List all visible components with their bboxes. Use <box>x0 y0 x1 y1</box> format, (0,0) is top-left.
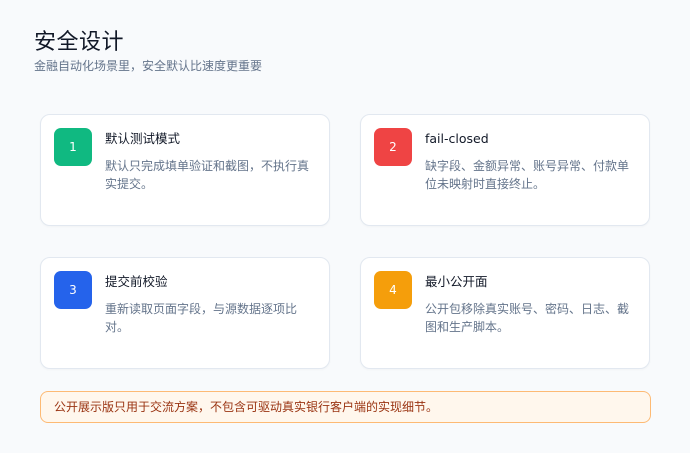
card-pre-submit-validation: 3 提交前校验 重新读取页面字段，与源数据逐项比对。 <box>40 257 330 369</box>
card-test-mode: 1 默认测试模式 默认只完成填单验证和截图，不执行真实提交。 <box>40 114 330 226</box>
card-number-badge: 1 <box>54 128 92 166</box>
card-title: fail-closed <box>425 131 489 146</box>
card-title: 提交前校验 <box>105 274 168 289</box>
card-description: 默认只完成填单验证和截图，不执行真实提交。 <box>105 159 310 191</box>
card-description: 重新读取页面字段，与源数据逐项比对。 <box>105 302 298 334</box>
card-number-badge: 3 <box>54 271 92 309</box>
card-number-badge: 2 <box>374 128 412 166</box>
page-title: 安全设计 <box>34 30 125 55</box>
page-subtitle: 金融自动化场景里，安全默认比速度更重要 <box>34 59 263 73</box>
card-description: 公开包移除真实账号、密码、日志、截图和生产脚本。 <box>425 302 630 334</box>
card-description: 缺字段、金额异常、账号异常、付款单位未映射时直接终止。 <box>425 159 630 191</box>
card-number-badge: 4 <box>374 271 412 309</box>
notice-banner: 公开展示版只用于交流方案，不包含可驱动真实银行客户端的实现细节。 <box>40 391 651 423</box>
card-title: 默认测试模式 <box>105 131 181 146</box>
card-title: 最小公开面 <box>425 274 488 289</box>
card-fail-closed: 2 fail-closed 缺字段、金额异常、账号异常、付款单位未映射时直接终止… <box>360 114 650 226</box>
card-minimal-public-surface: 4 最小公开面 公开包移除真实账号、密码、日志、截图和生产脚本。 <box>360 257 650 369</box>
